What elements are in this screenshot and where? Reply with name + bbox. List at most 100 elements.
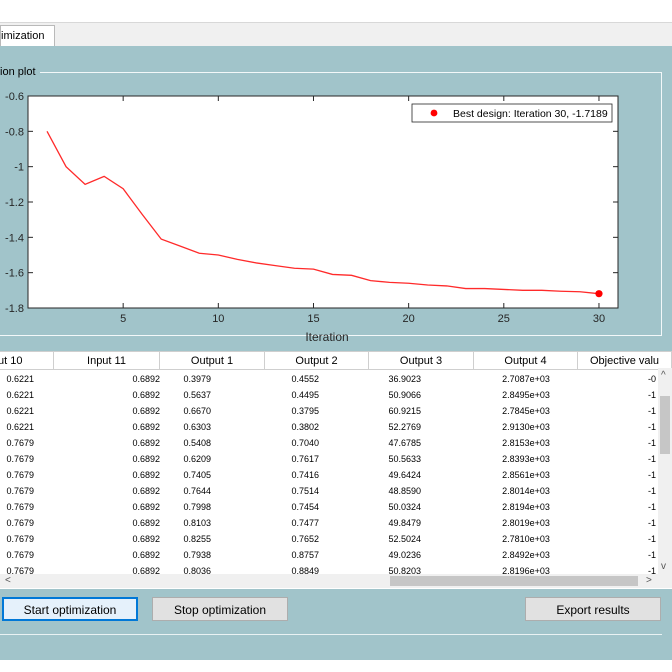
table-cell[interactable]: 2.9130e+03 xyxy=(474,419,578,435)
table-cell[interactable]: -1 xyxy=(578,499,656,515)
start-optimization-button[interactable]: Start optimization xyxy=(2,597,138,621)
table-cell[interactable]: 52.2769 xyxy=(369,419,474,435)
table-row[interactable]: 0.7679 0.6892 0.7998 0.7454 50.0324 2.8194e+0… xyxy=(0,499,658,515)
table-cell[interactable]: 0.6221 xyxy=(0,419,54,435)
table-cell[interactable]: 2.8014e+03 xyxy=(474,483,578,499)
table-row[interactable]: 0.7679 0.6892 0.7938 0.8757 49.0236 2.8492e+0… xyxy=(0,547,658,563)
table-cell[interactable]: 0.6892 xyxy=(54,499,160,515)
table-cell[interactable]: 0.7679 xyxy=(0,467,54,483)
table-cell[interactable]: 2.7810e+03 xyxy=(474,531,578,547)
table-cell[interactable]: -1 xyxy=(578,483,656,499)
table-cell[interactable]: 0.3802 xyxy=(265,419,369,435)
table-cell[interactable]: 0.7938 xyxy=(160,547,265,563)
table-cell[interactable]: 0.7679 xyxy=(0,547,54,563)
tab-optimization[interactable]: timization xyxy=(0,25,55,47)
export-results-button[interactable]: Export results xyxy=(525,597,661,621)
table-cell[interactable]: 0.5637 xyxy=(160,387,265,403)
table-cell[interactable]: 0.6892 xyxy=(54,435,160,451)
table-cell[interactable]: 2.8492e+03 xyxy=(474,547,578,563)
scroll-left-icon[interactable]: < xyxy=(5,575,11,587)
table-cell[interactable]: 0.6209 xyxy=(160,451,265,467)
table-cell[interactable]: 0.6892 xyxy=(54,515,160,531)
table-cell[interactable]: 49.8479 xyxy=(369,515,474,531)
table-cell[interactable]: 0.7405 xyxy=(160,467,265,483)
table-cell[interactable]: 0.7617 xyxy=(265,451,369,467)
table-cell[interactable]: 2.8019e+03 xyxy=(474,515,578,531)
table-cell[interactable]: 0.6892 xyxy=(54,419,160,435)
table-row[interactable]: 0.7679 0.6892 0.6209 0.7617 50.5633 2.8393e+0… xyxy=(0,451,658,467)
table-cell[interactable]: 0.7644 xyxy=(160,483,265,499)
table-row[interactable]: 0.7679 0.6892 0.8255 0.7652 52.5024 2.7810e+0… xyxy=(0,531,658,547)
column-header[interactable]: Output 3 xyxy=(369,352,474,370)
table-cell[interactable]: 0.7998 xyxy=(160,499,265,515)
table-row[interactable]: 0.7679 0.6892 0.8103 0.7477 49.8479 2.8019e+0… xyxy=(0,515,658,531)
table-cell[interactable]: 49.6424 xyxy=(369,467,474,483)
vertical-scroll-thumb[interactable] xyxy=(660,396,670,454)
table-cell[interactable]: 0.4495 xyxy=(265,387,369,403)
table-cell[interactable]: 2.7845e+03 xyxy=(474,403,578,419)
table-cell[interactable]: 0.6892 xyxy=(54,403,160,419)
column-header[interactable]: Input 11 xyxy=(54,352,160,370)
table-cell[interactable]: 2.8153e+03 xyxy=(474,435,578,451)
table-cell[interactable]: 0.7679 xyxy=(0,483,54,499)
table-cell[interactable]: -1 xyxy=(578,531,656,547)
table-cell[interactable]: 0.7477 xyxy=(265,515,369,531)
table-cell[interactable]: 0.4552 xyxy=(265,371,369,387)
horizontal-scroll-thumb[interactable] xyxy=(390,576,638,586)
table-cell[interactable]: 0.7679 xyxy=(0,451,54,467)
table-cell[interactable]: 2.8194e+03 xyxy=(474,499,578,515)
scroll-down-icon[interactable]: v xyxy=(661,561,666,573)
table-cell[interactable]: 52.5024 xyxy=(369,531,474,547)
table-cell[interactable]: 0.7679 xyxy=(0,499,54,515)
table-cell[interactable]: 0.6221 xyxy=(0,371,54,387)
table-cell[interactable]: 0.7679 xyxy=(0,515,54,531)
table-cell[interactable]: 0.6892 xyxy=(54,531,160,547)
table-cell[interactable]: 0.6892 xyxy=(54,371,160,387)
table-cell[interactable]: 0.6892 xyxy=(54,547,160,563)
table-cell[interactable]: 2.8561e+03 xyxy=(474,467,578,483)
table-cell[interactable]: 0.7679 xyxy=(0,531,54,547)
scroll-right-icon[interactable]: > xyxy=(646,575,652,587)
table-cell[interactable]: 50.5633 xyxy=(369,451,474,467)
column-header[interactable]: Output 1 xyxy=(160,352,265,370)
table-row[interactable]: 0.6221 0.6892 0.6303 0.3802 52.2769 2.9130e+0… xyxy=(0,419,658,435)
table-cell[interactable]: -1 xyxy=(578,467,656,483)
table-cell[interactable]: -1 xyxy=(578,515,656,531)
table-cell[interactable]: 2.7087e+03 xyxy=(474,371,578,387)
table-cell[interactable]: 0.6892 xyxy=(54,483,160,499)
column-header[interactable]: Output 4 xyxy=(474,352,578,370)
table-cell[interactable]: -1 xyxy=(578,547,656,563)
table-cell[interactable]: 0.7514 xyxy=(265,483,369,499)
table-cell[interactable]: 0.7679 xyxy=(0,435,54,451)
table-cell[interactable]: 48.8590 xyxy=(369,483,474,499)
table-cell[interactable]: 0.6892 xyxy=(54,387,160,403)
table-cell[interactable]: 0.6892 xyxy=(54,467,160,483)
table-cell[interactable]: 2.8393e+03 xyxy=(474,451,578,467)
table-cell[interactable]: 0.8103 xyxy=(160,515,265,531)
table-cell[interactable]: 60.9215 xyxy=(369,403,474,419)
table-cell[interactable]: 0.6221 xyxy=(0,387,54,403)
table-cell[interactable]: -0 xyxy=(578,371,656,387)
table-row[interactable]: 0.6221 0.6892 0.5637 0.4495 50.9066 2.8495e+0… xyxy=(0,387,658,403)
scroll-up-icon[interactable]: ^ xyxy=(661,370,666,382)
table-cell[interactable]: 36.9023 xyxy=(369,371,474,387)
table-row[interactable]: 0.6221 0.6892 0.6670 0.3795 60.9215 2.7845e+0… xyxy=(0,403,658,419)
table-cell[interactable]: 0.8255 xyxy=(160,531,265,547)
table-cell[interactable]: -1 xyxy=(578,403,656,419)
table-cell[interactable]: 50.0324 xyxy=(369,499,474,515)
table-row[interactable]: 0.7679 0.6892 0.7405 0.7416 49.6424 2.8561e+0… xyxy=(0,467,658,483)
table-cell[interactable]: 0.7416 xyxy=(265,467,369,483)
table-cell[interactable]: 2.8495e+03 xyxy=(474,387,578,403)
table-cell[interactable]: 0.3795 xyxy=(265,403,369,419)
table-cell[interactable]: 0.8757 xyxy=(265,547,369,563)
table-cell[interactable]: 0.3979 xyxy=(160,371,265,387)
table-cell[interactable]: 0.6221 xyxy=(0,403,54,419)
table-cell[interactable]: 50.9066 xyxy=(369,387,474,403)
table-cell[interactable]: -1 xyxy=(578,435,656,451)
stop-optimization-button[interactable]: Stop optimization xyxy=(152,597,288,621)
table-cell[interactable]: 0.7652 xyxy=(265,531,369,547)
table-cell[interactable]: 0.6670 xyxy=(160,403,265,419)
table-cell[interactable]: 0.7040 xyxy=(265,435,369,451)
table-cell[interactable]: 49.0236 xyxy=(369,547,474,563)
table-cell[interactable]: 47.6785 xyxy=(369,435,474,451)
